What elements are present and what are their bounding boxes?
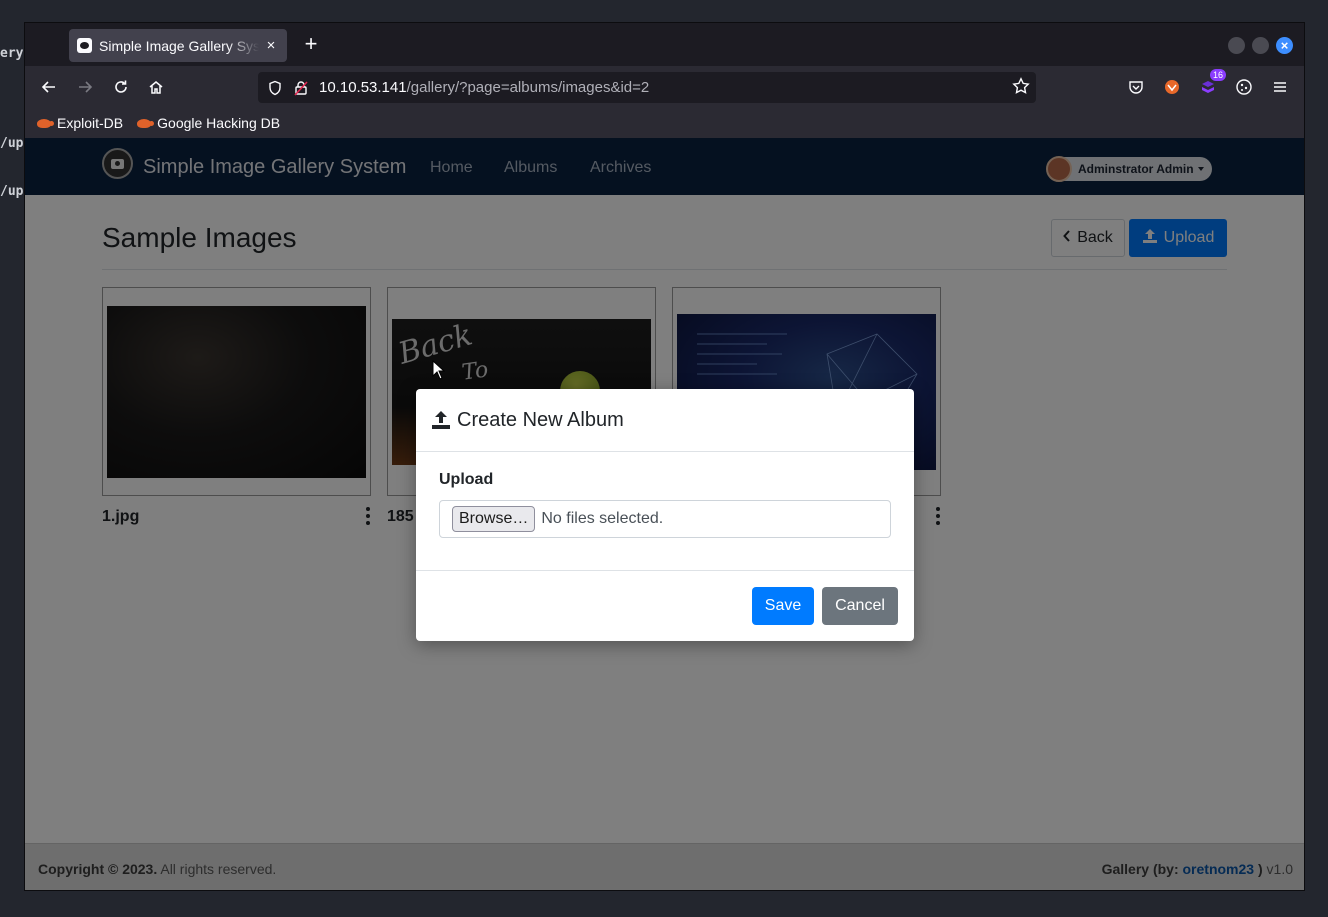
browser-toolbar: 10.10.53.141/gallery/?page=albums/images… [25, 66, 1304, 108]
maximize-button[interactable] [1252, 37, 1269, 54]
url-path: /gallery/?page=albums/images&id=2 [406, 79, 650, 96]
extension-badge: 16 [1209, 69, 1226, 81]
upload-icon [431, 410, 451, 430]
page-viewport: Simple Image Gallery System Home Albums … [25, 138, 1304, 890]
save-button[interactable]: Save [752, 587, 814, 625]
forward-arrow-icon[interactable] [73, 75, 97, 99]
file-status-text: No files selected. [541, 510, 664, 527]
desktop-text-fragment: ery [0, 46, 24, 61]
bookmark-label: Google Hacking DB [157, 115, 281, 131]
insecure-lock-icon[interactable] [293, 80, 309, 96]
modal-body: Upload Browse… No files selected. [416, 453, 914, 571]
back-arrow-icon[interactable] [37, 75, 61, 99]
bookmark-google-hacking-db[interactable]: Google Hacking DB [137, 115, 280, 131]
extension-icon[interactable]: 16 [1196, 69, 1226, 99]
reload-icon[interactable] [109, 75, 133, 99]
desktop-window-fragment: ery /up /up [0, 40, 24, 220]
new-tab-button[interactable]: + [299, 33, 323, 57]
tab-title: Simple Image Gallery System [99, 37, 259, 54]
file-upload-input[interactable]: Browse… No files selected. [439, 500, 891, 538]
browser-tab[interactable]: Simple Image Gallery System × [69, 29, 287, 62]
bookmark-bug-icon [37, 118, 54, 128]
create-album-modal: Create New Album Upload Browse… No files… [416, 389, 914, 641]
upload-field-label: Upload [439, 471, 494, 488]
site-favicon-icon [77, 38, 92, 53]
modal-header: Create New Album [416, 389, 914, 452]
bookmark-exploit-db[interactable]: Exploit-DB [37, 115, 123, 131]
tab-bar: Simple Image Gallery System × + × [25, 23, 1304, 66]
url-host: 10.10.53.141 [319, 79, 407, 96]
pocket-icon[interactable] [1124, 75, 1148, 99]
window-close-button[interactable]: × [1276, 37, 1293, 54]
modal-title: Create New Album [457, 408, 624, 431]
hamburger-menu-icon[interactable] [1268, 75, 1292, 99]
minimize-button[interactable] [1228, 37, 1245, 54]
mouse-cursor-icon [432, 359, 446, 385]
desktop-text-fragment: /up [0, 184, 24, 199]
browse-button[interactable]: Browse… [452, 506, 536, 532]
bookmark-bug-icon [137, 118, 155, 128]
url-bar[interactable]: 10.10.53.141/gallery/?page=albums/images… [258, 72, 1036, 103]
browser-window: Simple Image Gallery System × + × 10 [24, 22, 1305, 891]
bookmark-label: Exploit-DB [57, 115, 124, 131]
foxyproxy-icon[interactable] [1160, 75, 1184, 99]
home-icon[interactable] [144, 75, 168, 99]
desktop-text-fragment: /up [0, 136, 24, 151]
cancel-button[interactable]: Cancel [822, 587, 898, 625]
cookie-editor-icon[interactable] [1232, 75, 1256, 99]
tab-close-icon[interactable]: × [263, 37, 279, 54]
bookmarks-toolbar: Exploit-DB Google Hacking DB [25, 108, 1304, 138]
tracking-shield-icon[interactable] [267, 80, 283, 96]
bookmark-star-icon[interactable] [1012, 77, 1030, 99]
